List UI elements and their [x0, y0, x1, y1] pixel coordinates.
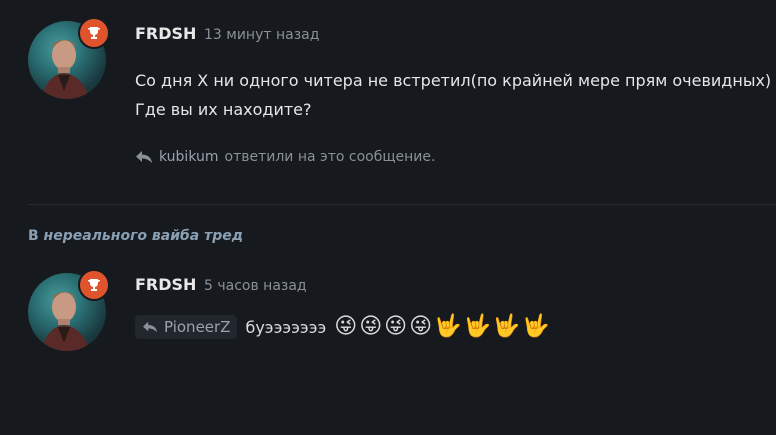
trophy-icon — [88, 27, 100, 39]
emoji: 😜 — [384, 314, 408, 339]
divider — [28, 204, 776, 205]
username[interactable]: FRDSH — [135, 24, 196, 43]
emoji: 🤟 — [463, 314, 491, 339]
thread-title[interactable]: В нереального вайба тред — [28, 228, 243, 244]
thread-prefix: В — [28, 228, 44, 244]
reply-icon — [136, 151, 152, 163]
avatar-wrap[interactable] — [28, 17, 110, 99]
emoji: 😜 — [409, 314, 433, 339]
emoji-row: 😜 😜 😜 😜 🤟 🤟 🤟 🤟 — [334, 316, 549, 338]
message-text: Со дня Х ни одного читера не встретил(по… — [135, 66, 771, 124]
message-text: PioneerZ буэээээээ 😜 😜 😜 😜 🤟 🤟 🤟 🤟 — [135, 315, 550, 339]
message-line: Где вы их находите? — [135, 100, 312, 119]
replies-notice: kubikum ответили на это сообщение. — [135, 149, 435, 165]
emoji: 🤟 — [434, 314, 462, 339]
post-time[interactable]: 13 минут назад — [204, 27, 319, 43]
username[interactable]: FRDSH — [135, 275, 196, 294]
mention-tag[interactable]: PioneerZ — [135, 315, 238, 339]
avatar-wrap[interactable] — [28, 269, 110, 351]
reply-user-link[interactable]: kubikum — [159, 149, 219, 165]
message-line: Со дня Х ни одного читера не встретил(по… — [135, 71, 772, 90]
reply-text: ответили на это сообщение. — [224, 149, 436, 165]
post-time[interactable]: 5 часов назад — [204, 278, 307, 294]
emoji: 🤟 — [522, 314, 550, 339]
message-body: буэээээээ — [245, 317, 327, 337]
thread-name: нереального вайба тред — [43, 228, 244, 244]
emoji: 😜 — [334, 314, 358, 339]
emoji: 🤟 — [492, 314, 521, 339]
trophy-badge — [78, 269, 110, 301]
reply-icon — [143, 321, 157, 333]
trophy-badge — [78, 17, 110, 49]
emoji: 😜 — [359, 314, 383, 339]
mention-user: PioneerZ — [164, 318, 231, 336]
trophy-icon — [88, 279, 100, 291]
